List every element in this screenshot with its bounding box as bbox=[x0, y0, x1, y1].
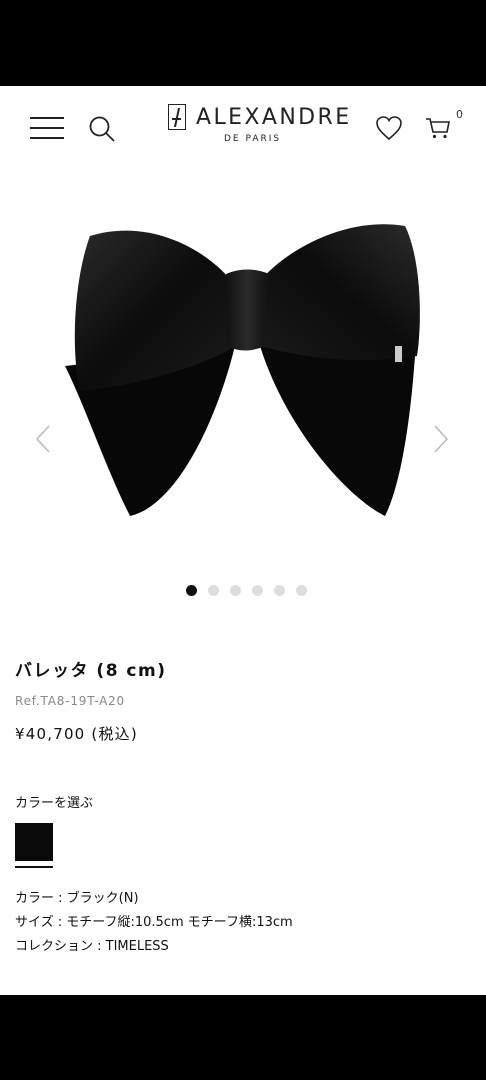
cart-icon[interactable] bbox=[425, 114, 451, 140]
system-navigation-bar bbox=[0, 995, 486, 1080]
chevron-left-icon[interactable] bbox=[34, 424, 52, 454]
brand-logo[interactable]: ALEXANDRE DE PARIS bbox=[166, 102, 349, 146]
logo-name: ALEXANDRE bbox=[196, 105, 352, 130]
search-icon[interactable] bbox=[88, 115, 116, 143]
chevron-right-icon[interactable] bbox=[432, 424, 450, 454]
selected-swatch-indicator bbox=[15, 866, 53, 868]
product-title: バレッタ (8 cm) bbox=[15, 661, 167, 681]
carousel-dot[interactable] bbox=[186, 585, 197, 596]
product-page: ALEXANDRE DE PARIS 0 バレッタ (8 cm) Ref.TA8… bbox=[0, 86, 486, 995]
product-price: ¥40,700 (税込) bbox=[15, 725, 138, 743]
product-image-carousel[interactable] bbox=[0, 196, 486, 616]
product-reference: Ref.TA8-19T-A20 bbox=[15, 694, 125, 708]
carousel-dot[interactable] bbox=[252, 585, 263, 596]
spec-color: カラー : ブラック(N) bbox=[15, 891, 139, 906]
site-header: ALEXANDRE DE PARIS 0 bbox=[0, 86, 486, 170]
color-swatch-black[interactable] bbox=[15, 823, 53, 861]
carousel-dot[interactable] bbox=[296, 585, 307, 596]
logo-subtitle: DE PARIS bbox=[224, 134, 282, 144]
carousel-pagination bbox=[186, 585, 307, 597]
carousel-dot[interactable] bbox=[274, 585, 285, 596]
product-image-bow-barrette bbox=[65, 224, 420, 516]
wishlist-heart-icon[interactable] bbox=[375, 115, 403, 141]
carousel-dot[interactable] bbox=[208, 585, 219, 596]
color-select-heading: カラーを選ぶ bbox=[15, 796, 94, 811]
carousel-dot[interactable] bbox=[230, 585, 241, 596]
status-bar bbox=[0, 0, 486, 86]
spec-size: サイズ : モチーフ縦:10.5cm モチーフ横:13cm bbox=[15, 915, 293, 930]
cart-count-badge: 0 bbox=[456, 108, 463, 121]
menu-icon[interactable] bbox=[30, 117, 64, 139]
spec-collection: コレクション : TIMELESS bbox=[15, 939, 169, 954]
logo-mark-icon bbox=[168, 104, 186, 130]
